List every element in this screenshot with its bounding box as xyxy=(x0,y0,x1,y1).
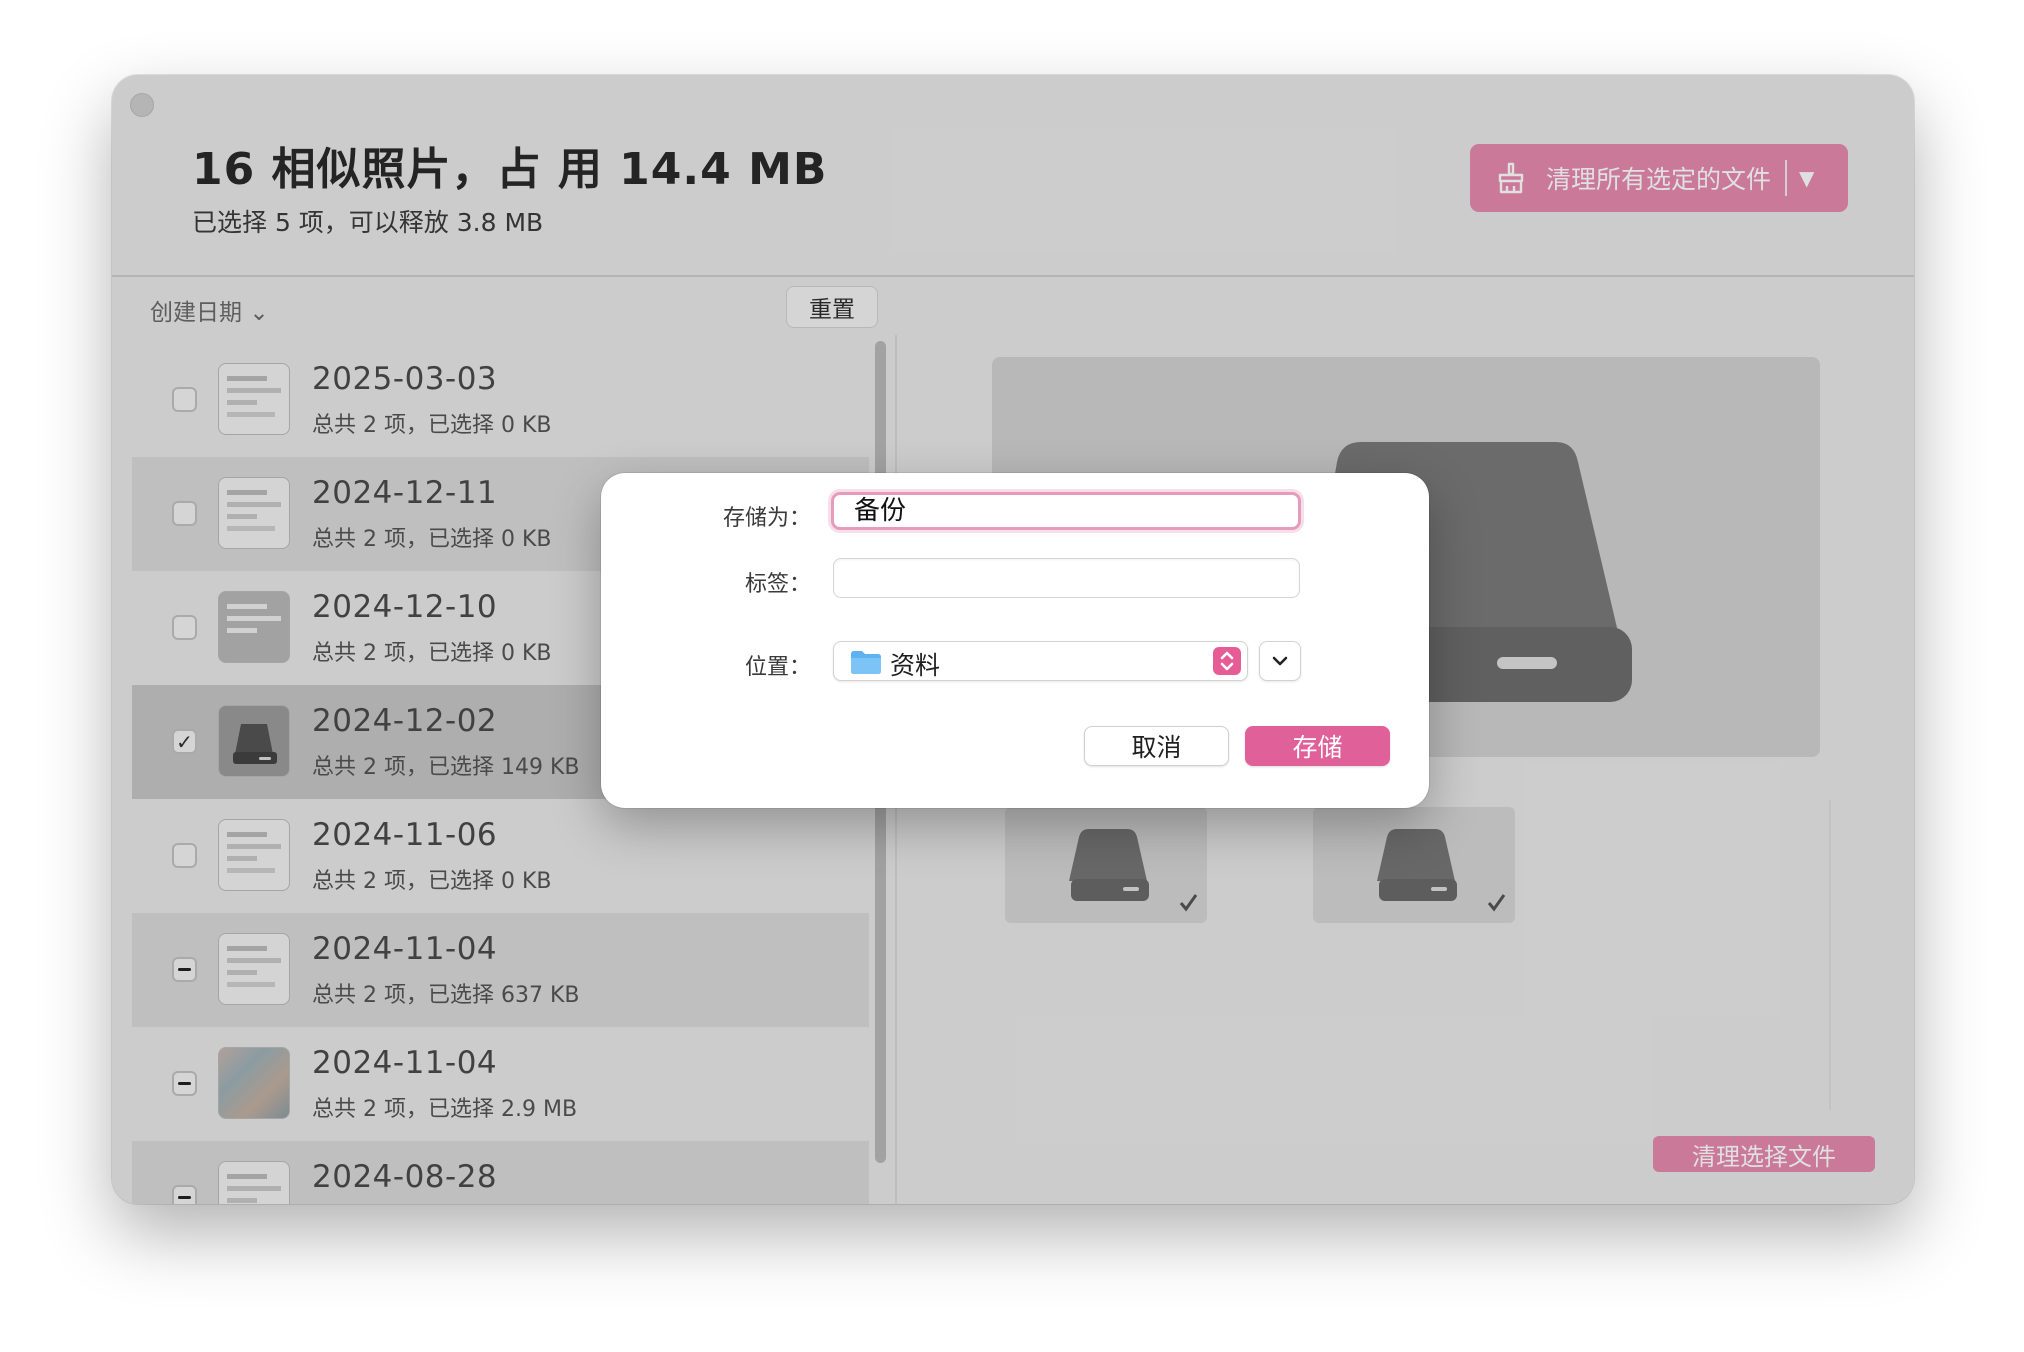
location-select[interactable]: 资料 xyxy=(833,641,1248,681)
cancel-button[interactable]: 取消 xyxy=(1084,726,1229,766)
tags-input[interactable] xyxy=(833,558,1300,598)
chevron-down-icon xyxy=(1272,656,1288,666)
expand-dialog-button[interactable] xyxy=(1259,641,1301,681)
folder-icon xyxy=(851,651,881,674)
save-as-input[interactable]: 备份 xyxy=(831,492,1301,530)
tags-label: 标签： xyxy=(744,572,811,597)
location-label: 位置： xyxy=(744,655,811,680)
stepper-icon xyxy=(1213,647,1241,675)
save-button[interactable]: 存储 xyxy=(1245,726,1390,766)
location-value: 资料 xyxy=(890,651,941,680)
save-as-label: 存储为： xyxy=(722,506,811,531)
save-dialog: 存储为： 备份 标签： 位置： 资料 取消 存储 xyxy=(601,473,1429,808)
